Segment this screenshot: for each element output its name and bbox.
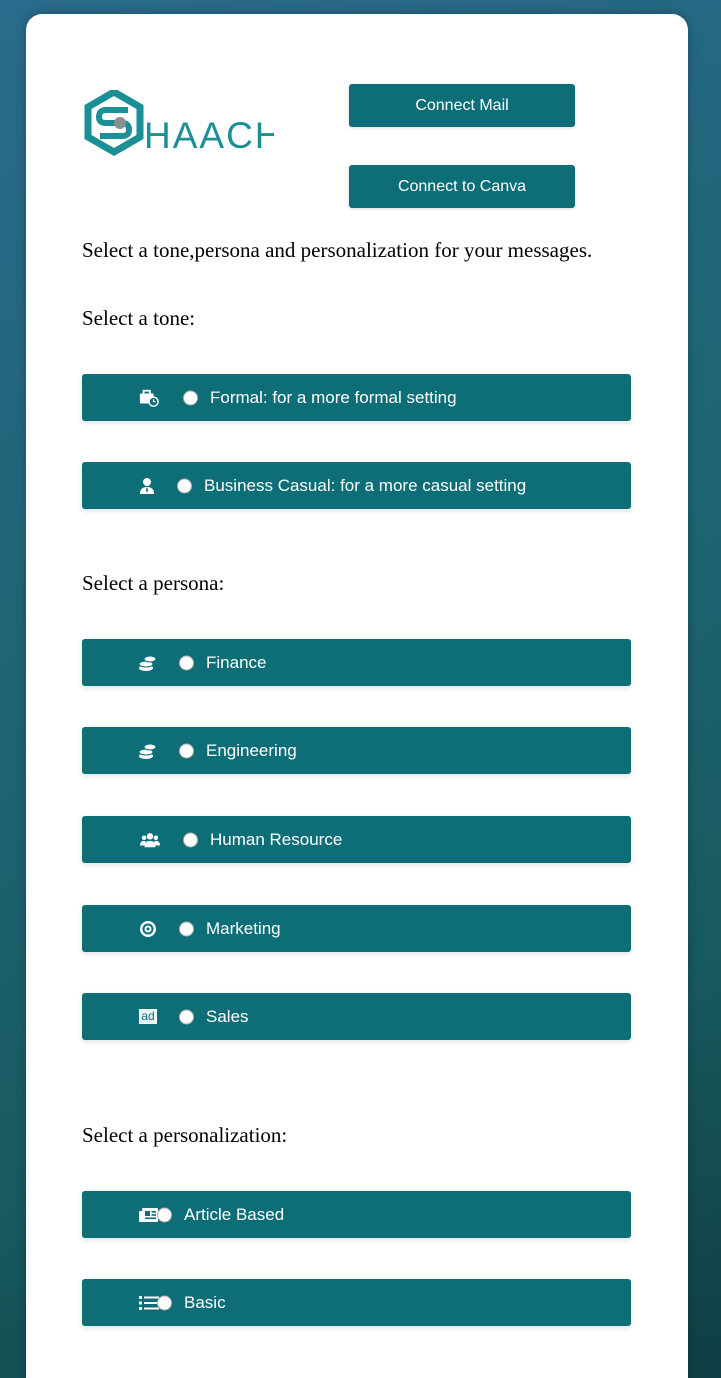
target-icon	[138, 920, 158, 938]
persona-heading: Select a persona:	[82, 571, 225, 595]
persona-option-label: Finance	[206, 652, 267, 672]
ad-icon-text: ad	[139, 1009, 157, 1024]
users-icon	[140, 831, 160, 849]
persona-option-human-resource[interactable]: Human Resource	[82, 816, 631, 863]
personalization-option-label: Article Based	[184, 1204, 285, 1224]
persona-option-sales[interactable]: ad Sales	[82, 993, 631, 1040]
tone-option-label: Formal: for a more formal setting	[210, 387, 457, 407]
persona-engineering-radio[interactable]	[179, 743, 194, 758]
ad-icon: ad	[138, 1008, 158, 1026]
briefcase-clock-icon	[139, 389, 159, 407]
persona-finance-radio[interactable]	[179, 655, 194, 670]
persona-sales-radio[interactable]	[179, 1009, 194, 1024]
persona-option-engineering[interactable]: Engineering	[82, 727, 631, 774]
newspaper-icon	[139, 1206, 159, 1224]
personalization-option-basic[interactable]: Basic	[82, 1279, 631, 1326]
user-tie-icon	[137, 477, 157, 495]
persona-option-label: Engineering	[206, 740, 297, 760]
connect-canva-button[interactable]: Connect to Canva	[349, 165, 575, 208]
persona-marketing-radio[interactable]	[179, 921, 194, 936]
tone-formal-radio[interactable]	[183, 390, 198, 405]
intro-text: Select a tone,persona and personalizatio…	[82, 238, 593, 262]
personalization-option-label: Basic	[184, 1292, 226, 1312]
coins-icon	[138, 742, 158, 760]
persona-option-label: Human Resource	[210, 829, 343, 849]
persona-option-label: Sales	[206, 1006, 249, 1026]
tone-option-label: Business Casual: for a more casual setti…	[204, 475, 527, 495]
persona-option-marketing[interactable]: Marketing	[82, 905, 631, 952]
tone-heading: Select a tone:	[82, 306, 196, 330]
list-icon	[139, 1294, 159, 1312]
shaachi-logo: HAACHI	[84, 90, 274, 160]
persona-option-finance[interactable]: Finance	[82, 639, 631, 686]
tone-option-formal[interactable]: Formal: for a more formal setting	[82, 374, 631, 421]
connect-mail-button[interactable]: Connect Mail	[349, 84, 575, 127]
personalization-option-article-based[interactable]: Article Based	[82, 1191, 631, 1238]
logo-text: HAACHI	[144, 115, 274, 156]
persona-option-label: Marketing	[206, 918, 281, 938]
personalization-heading: Select a personalization:	[82, 1123, 288, 1147]
personalization-article-based-radio[interactable]	[157, 1207, 172, 1222]
tone-business-casual-radio[interactable]	[177, 478, 192, 493]
tone-option-business-casual[interactable]: Business Casual: for a more casual setti…	[82, 462, 631, 509]
persona-human-resource-radio[interactable]	[183, 832, 198, 847]
settings-card: HAACHI Connect Mail Connect to Canva Sel…	[26, 14, 688, 1378]
coins-icon	[138, 654, 158, 672]
personalization-basic-radio[interactable]	[157, 1295, 172, 1310]
